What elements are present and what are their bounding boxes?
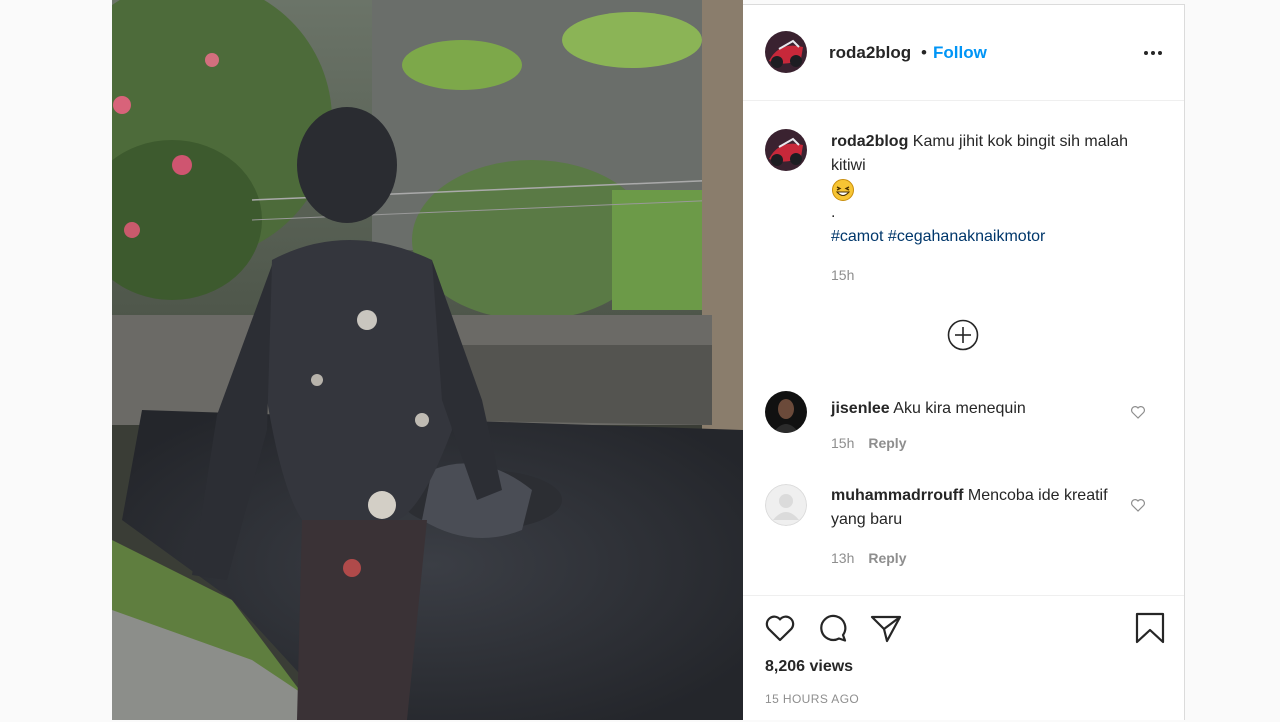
video-frame-illustration: [112, 0, 743, 720]
comment-username[interactable]: jisenlee: [831, 400, 890, 417]
comment-time[interactable]: 15h: [831, 435, 854, 451]
reply-button[interactable]: Reply: [868, 550, 906, 566]
author-username[interactable]: roda2blog: [829, 43, 911, 63]
author-avatar[interactable]: [765, 31, 807, 73]
heart-icon[interactable]: [763, 611, 797, 645]
share-icon[interactable]: [869, 611, 903, 645]
comment-time[interactable]: 13h: [831, 550, 854, 566]
post-actions: 8,206 views 15 HOURS AGO: [743, 595, 1184, 722]
view-count[interactable]: 8,206 views: [765, 658, 853, 676]
post-timestamp[interactable]: 15 HOURS AGO: [765, 692, 859, 706]
more-options-icon[interactable]: [1141, 41, 1165, 65]
like-comment-heart-icon[interactable]: [1130, 404, 1146, 420]
comment-meta: 13h Reply: [831, 550, 906, 566]
separator-dot: •: [921, 43, 927, 62]
comment-body: muhammadrrouff Mencoba ide kreatif yang …: [831, 484, 1141, 532]
comment-icon[interactable]: [816, 611, 850, 645]
comment-body: jisenlee Aku kira menequin: [831, 397, 1141, 421]
like-comment-heart-icon[interactable]: [1130, 497, 1146, 513]
caption-username[interactable]: roda2blog: [831, 133, 908, 150]
reply-button[interactable]: Reply: [868, 435, 906, 451]
hashtag-link[interactable]: #cegahanaknaikmotor: [888, 228, 1045, 245]
comments-section: roda2blog Kamu jihit kok bingit sih mala…: [743, 101, 1184, 595]
caption-dot: .: [831, 204, 836, 221]
comment-meta: 15h Reply: [831, 435, 906, 451]
comment-item: jisenlee Aku kira menequin 15h Reply: [743, 391, 1184, 471]
comment-item: muhammadrrouff Mencoba ide kreatif yang …: [743, 484, 1184, 584]
hashtag-link[interactable]: #camot: [831, 228, 883, 245]
caption: roda2blog Kamu jihit kok bingit sih mala…: [831, 130, 1151, 178]
commenter-avatar[interactable]: [765, 391, 807, 433]
plus-circle-icon[interactable]: [947, 319, 979, 351]
grinning-squinting-face-icon: [832, 179, 854, 201]
follow-button[interactable]: Follow: [933, 43, 987, 63]
caption-author-avatar[interactable]: [765, 129, 807, 171]
caption-time[interactable]: 15h: [831, 267, 854, 283]
comment-text: Aku kira menequin: [893, 400, 1026, 417]
bookmark-icon[interactable]: [1133, 611, 1167, 645]
post-header: roda2blog • Follow: [743, 5, 1184, 101]
post-video[interactable]: [112, 0, 743, 720]
post-side-panel: roda2blog • Follow roda2blog Kamu jihit …: [743, 4, 1185, 720]
hashtags: #camot #cegahanaknaikmotor: [831, 225, 1045, 249]
comment-username[interactable]: muhammadrrouff: [831, 487, 963, 504]
commenter-avatar[interactable]: [765, 484, 807, 526]
